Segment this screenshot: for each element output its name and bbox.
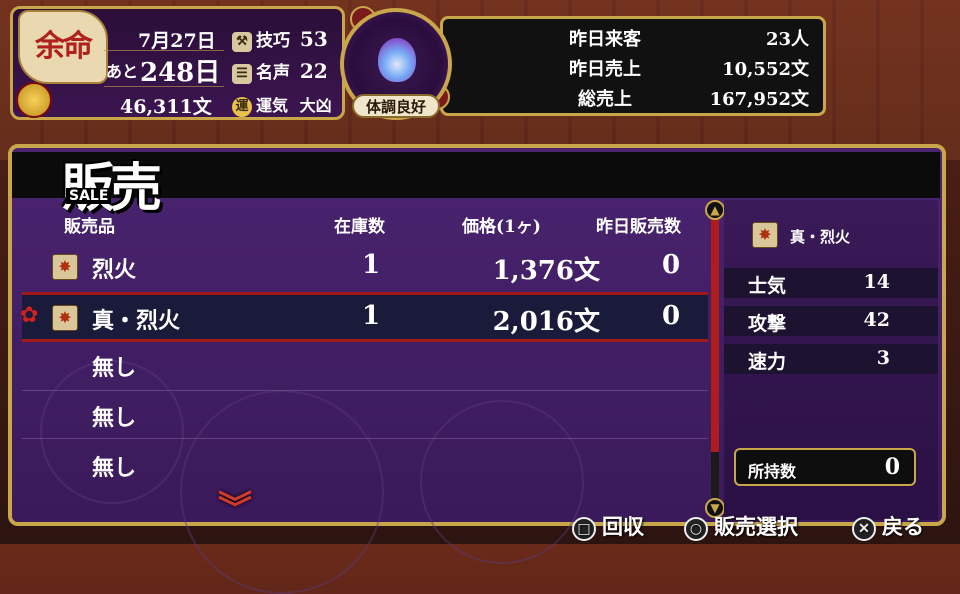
page-subtitle: SALE: [66, 188, 112, 204]
detail-stat-row: 士気 14: [724, 268, 938, 298]
detail-stat-row: 速力 3: [724, 344, 938, 374]
sales-value: 23人: [765, 29, 809, 50]
back-label: 戻る: [882, 514, 924, 539]
scroll-up-icon[interactable]: ▲: [705, 200, 725, 220]
scrollbar-thumb[interactable]: [711, 212, 719, 452]
row-divider: [22, 438, 708, 439]
remaining-prefix: あと: [106, 62, 139, 81]
luck-stat: 運運気 大凶: [232, 92, 332, 117]
sales-label: 総売上: [578, 89, 632, 110]
sales-value: 167,952文: [709, 89, 809, 110]
sales-label: 昨日来客: [569, 29, 641, 50]
lifespan-badge: 余命: [18, 10, 108, 84]
firework-icon: ✸: [752, 222, 778, 248]
date-text: 7月27日: [138, 30, 216, 52]
spirit-flame-icon: [378, 38, 416, 82]
owned-label: 所持数: [748, 462, 797, 481]
table-row-selected[interactable]: ✿ ✸ 真・烈火 1 2,016文 0: [20, 292, 708, 342]
item-name: 烈火: [92, 257, 137, 283]
sales-row: 昨日売上 10,552文: [443, 55, 823, 85]
row-divider: [22, 390, 708, 391]
money-text: 46,311文: [120, 96, 212, 118]
koban-coin-icon: [16, 82, 52, 118]
item-stock: 1: [362, 301, 381, 331]
remaining-days: 248日: [140, 58, 221, 88]
stat-value: 3: [876, 347, 890, 369]
cross-button-icon: ✕: [852, 516, 876, 541]
item-name: 無し: [92, 455, 137, 481]
square-button-icon: □: [572, 516, 596, 541]
firework-icon: ✸: [52, 254, 78, 280]
back-button[interactable]: ✕ 戻る: [852, 512, 924, 542]
luck-badge-icon: 運: [232, 96, 252, 117]
condition-label: 体調良好: [352, 94, 440, 118]
sales-value: 10,552文: [722, 59, 809, 80]
item-sold: 0: [662, 250, 681, 280]
item-sold: 0: [662, 301, 681, 331]
item-price: 2,016文: [492, 307, 600, 337]
item-name: 無し: [92, 355, 137, 381]
sales-row: 昨日来客 23人: [443, 25, 823, 55]
select-label: 販売選択: [714, 514, 798, 539]
stat-label: 士気: [748, 275, 787, 297]
table-row[interactable]: 無し: [22, 392, 708, 438]
sales-label: 昨日売上: [569, 59, 641, 80]
divider: [104, 50, 224, 51]
hammer-icon: ⚒: [232, 31, 252, 52]
detail-item-name: 真・烈火: [790, 228, 851, 246]
fame-label: 名声: [256, 63, 290, 83]
item-name: 真・烈火: [92, 308, 181, 334]
luck-label: 運気: [256, 96, 289, 115]
item-stock: 1: [362, 250, 381, 280]
table-row[interactable]: ✸ 烈火 1 1,376文 0: [22, 244, 708, 290]
collect-button[interactable]: □ 回収: [572, 512, 644, 542]
page-title: 販売: [62, 146, 162, 221]
divider: [104, 86, 224, 87]
fame-stat: ☰ 名声 22: [232, 58, 328, 84]
fame-value: 22: [299, 59, 328, 83]
item-name: 無し: [92, 405, 137, 431]
table-row[interactable]: 無し: [22, 442, 708, 488]
select-button[interactable]: ○ 販売選択: [684, 512, 798, 542]
stat-value: 14: [863, 271, 890, 293]
stat-label: 攻撃: [748, 313, 787, 335]
column-header-price: 価格(1ヶ): [462, 217, 541, 237]
item-price: 1,376文: [492, 256, 600, 286]
stat-value: 42: [863, 309, 890, 331]
collect-label: 回収: [602, 514, 644, 539]
firework-icon: ✸: [52, 305, 78, 331]
sales-summary-panel: 昨日来客 23人 昨日売上 10,552文 総売上 167,952文: [440, 16, 826, 116]
scroll-icon: ☰: [232, 63, 252, 84]
column-header-item: 販売品: [64, 217, 115, 237]
skill-value: 53: [299, 27, 328, 51]
column-header-sold: 昨日販売数: [596, 217, 681, 237]
flower-cursor-icon: ✿: [20, 303, 39, 328]
owned-value: 0: [884, 454, 900, 480]
owned-count-box: 所持数 0: [734, 448, 916, 486]
sales-row: 総売上 167,952文: [443, 85, 823, 115]
chevron-down-icon[interactable]: ︾: [206, 492, 264, 526]
column-header-stock: 在庫数: [334, 217, 385, 237]
skill-label: 技巧: [256, 31, 290, 51]
luck-value: 大凶: [299, 96, 332, 115]
stat-label: 速力: [748, 351, 787, 373]
skill-stat: ⚒ 技巧 53: [232, 26, 328, 52]
table-row[interactable]: 無し: [22, 342, 708, 388]
detail-stat-row: 攻撃 42: [724, 306, 938, 336]
circle-button-icon: ○: [684, 516, 708, 541]
